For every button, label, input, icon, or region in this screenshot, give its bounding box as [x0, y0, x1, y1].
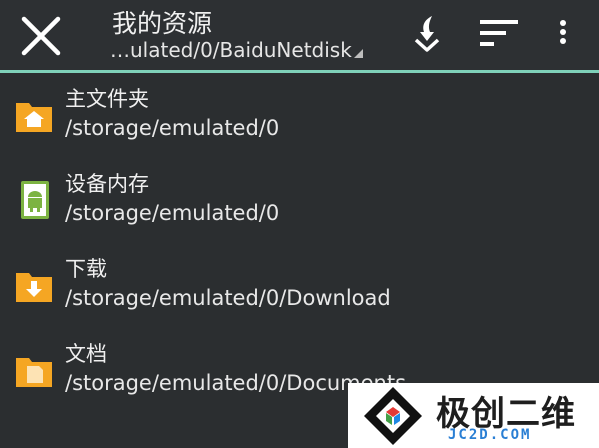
android-storage-icon	[21, 181, 49, 219]
cube-logo-icon	[364, 387, 422, 445]
list-item-home[interactable]: 主文件夹 /storage/emulated/0	[0, 73, 599, 158]
current-path-dropdown[interactable]: …ulated/0/BaiduNetdisk	[110, 38, 363, 62]
item-path: /storage/emulated/0/Download	[65, 286, 391, 310]
toolbar: 我的资源 …ulated/0/BaiduNetdisk	[0, 0, 599, 70]
dropdown-triangle-icon	[353, 49, 363, 58]
close-icon[interactable]	[18, 13, 64, 59]
item-name: 下载	[65, 257, 107, 281]
item-path: /storage/emulated/0	[65, 201, 280, 225]
item-name: 主文件夹	[65, 87, 149, 111]
sort-icon[interactable]	[478, 16, 520, 50]
download-folder-icon	[16, 273, 52, 302]
item-name: 设备内存	[65, 172, 149, 196]
item-path: /storage/emulated/0	[65, 116, 280, 140]
list-item-download[interactable]: 下载 /storage/emulated/0/Download	[0, 243, 599, 328]
location-list: 主文件夹 /storage/emulated/0 设备内存 /storage/e…	[0, 73, 599, 413]
document-folder-icon	[16, 358, 52, 387]
home-folder-icon	[16, 103, 52, 132]
download-sort-icon[interactable]	[412, 14, 442, 54]
watermark-text-en: JC2D.COM	[448, 427, 532, 443]
more-vert-icon[interactable]	[553, 18, 573, 52]
list-item-device-storage[interactable]: 设备内存 /storage/emulated/0	[0, 158, 599, 243]
watermark: 极创二维 JC2D.COM	[348, 383, 599, 448]
page-title: 我的资源	[112, 9, 213, 38]
item-name: 文档	[65, 342, 107, 366]
current-path-text: …ulated/0/BaiduNetdisk	[110, 38, 352, 62]
